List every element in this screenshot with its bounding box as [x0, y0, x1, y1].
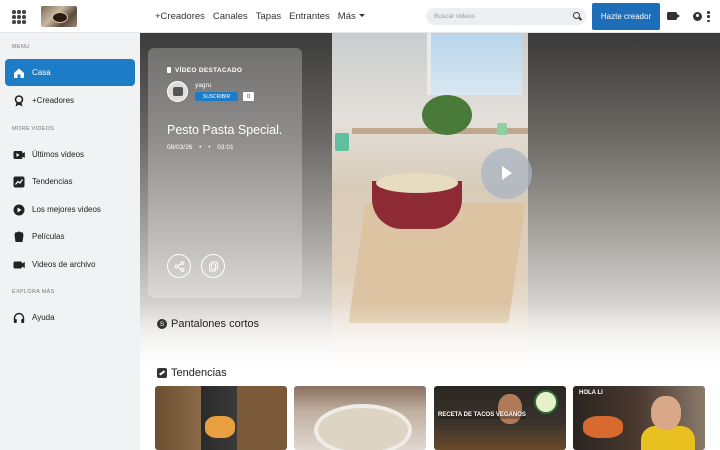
hero-fade	[140, 303, 720, 378]
sidebar-item-label: Últimos videos	[32, 150, 85, 159]
nav-entrantes[interactable]: Entrantes	[289, 11, 330, 22]
trending-title-text: Tendencias	[171, 367, 227, 379]
sidebar-item-casa[interactable]: Casa	[5, 59, 135, 86]
play-button-icon[interactable]	[481, 148, 532, 199]
become-creator-button[interactable]: Hazte creador	[592, 3, 660, 30]
video-camera-icon[interactable]	[667, 12, 680, 20]
subscriber-count: 0	[243, 92, 254, 101]
subscribe-button[interactable]: SUSCRIBIR	[195, 92, 238, 101]
sidebar: MENU Casa +Creadores MORE VIDEOS Últimos…	[0, 33, 140, 450]
sidebar-item-label: Tendencias	[32, 177, 73, 186]
sidebar-item-label: Ayuda	[32, 313, 55, 322]
trending-section-title: Tendencias	[157, 367, 227, 379]
sidebar-item-mejores-videos[interactable]: Los mejores videos	[5, 196, 135, 223]
trending-video-thumbnail[interactable]: RECETA DE TACOS VEGANOS	[434, 386, 566, 450]
creators-icon	[13, 94, 25, 107]
apps-grid-icon[interactable]	[12, 10, 26, 24]
search-placeholder: Buscar videos	[434, 13, 475, 20]
trending-video-thumbnail[interactable]: HOLA LI	[573, 386, 705, 450]
sidebar-item-label: Películas	[32, 232, 65, 241]
featured-video-title[interactable]: Pesto Pasta Special.	[167, 123, 282, 137]
search-input[interactable]: Buscar videos	[426, 8, 586, 25]
sidebar-section-more-videos: MORE VIDEOS	[12, 126, 55, 132]
site-logo[interactable]	[41, 6, 77, 27]
best-videos-icon	[13, 204, 25, 216]
nav-creadores[interactable]: +Creadores	[155, 11, 205, 22]
featured-video-meta: 08/03/26 • • 03:01	[167, 144, 234, 151]
search-icon[interactable]	[573, 12, 580, 19]
sidebar-item-ayuda[interactable]: Ayuda	[5, 304, 135, 331]
help-icon	[13, 312, 25, 324]
nav-tapas[interactable]: Tapas	[256, 11, 281, 22]
thumbnail-caption: HOLA LI	[579, 390, 603, 396]
sidebar-item-label: Videos de archivo	[32, 260, 96, 269]
top-nav: +Creadores Canales Tapas Entrantes Más	[155, 0, 373, 33]
featured-label: VÍDEO DESTACADO	[167, 67, 242, 74]
shorts-section-title: S Pantalones cortos	[157, 318, 259, 330]
thumbnail-caption: RECETA DE TACOS VEGANOS	[438, 412, 526, 419]
sidebar-section-menu: MENU	[12, 44, 30, 50]
sidebar-section-explore: EXPLORA MÁS	[12, 289, 55, 295]
sidebar-item-creadores[interactable]: +Creadores	[5, 87, 135, 114]
thumbnail-badge	[534, 390, 558, 414]
shorts-icon: S	[157, 319, 167, 329]
sidebar-item-tendencias[interactable]: Tendencias	[5, 168, 135, 195]
meta-separator: •	[208, 144, 211, 151]
video-date: 08/03/26	[167, 144, 193, 151]
sidebar-item-peliculas[interactable]: Películas	[5, 223, 135, 250]
trending-icon	[13, 176, 25, 188]
thumbnail-food	[583, 416, 623, 438]
copy-icon[interactable]	[201, 254, 225, 278]
sidebar-item-label: Casa	[32, 68, 51, 77]
video-duration: 03:01	[217, 144, 234, 151]
shorts-title-text: Pantalones cortos	[171, 318, 260, 330]
nav-mas-dropdown[interactable]: Más	[338, 11, 365, 22]
nav-canales[interactable]: Canales	[213, 11, 248, 22]
thumbnail-person	[498, 394, 522, 424]
trending-icon	[157, 368, 167, 378]
share-icon[interactable]	[167, 254, 191, 278]
channel-username[interactable]: yagru	[195, 82, 211, 89]
thumbnail-person	[651, 396, 681, 430]
channel-avatar[interactable]	[167, 81, 188, 102]
featured-video-card: VÍDEO DESTACADO yagru SUSCRIBIR 0 Pesto …	[148, 48, 302, 298]
latest-videos-icon	[13, 149, 25, 161]
home-icon	[13, 67, 25, 79]
archive-videos-icon	[13, 259, 25, 271]
sidebar-item-ultimos-videos[interactable]: Últimos videos	[5, 141, 135, 168]
more-options-icon[interactable]	[707, 11, 710, 22]
user-account-icon[interactable]	[693, 12, 702, 21]
movies-icon	[13, 231, 25, 243]
app-page: +Creadores Canales Tapas Entrantes Más B…	[0, 0, 720, 450]
trending-video-thumbnail[interactable]	[155, 386, 287, 450]
sidebar-item-videos-archivo[interactable]: Videos de archivo	[5, 251, 135, 278]
sidebar-item-label: Los mejores videos	[32, 205, 101, 214]
sidebar-item-label: +Creadores	[32, 96, 75, 105]
trending-video-thumbnail[interactable]	[294, 386, 426, 450]
meta-separator: •	[199, 144, 202, 151]
top-bar: +Creadores Canales Tapas Entrantes Más B…	[0, 0, 720, 33]
